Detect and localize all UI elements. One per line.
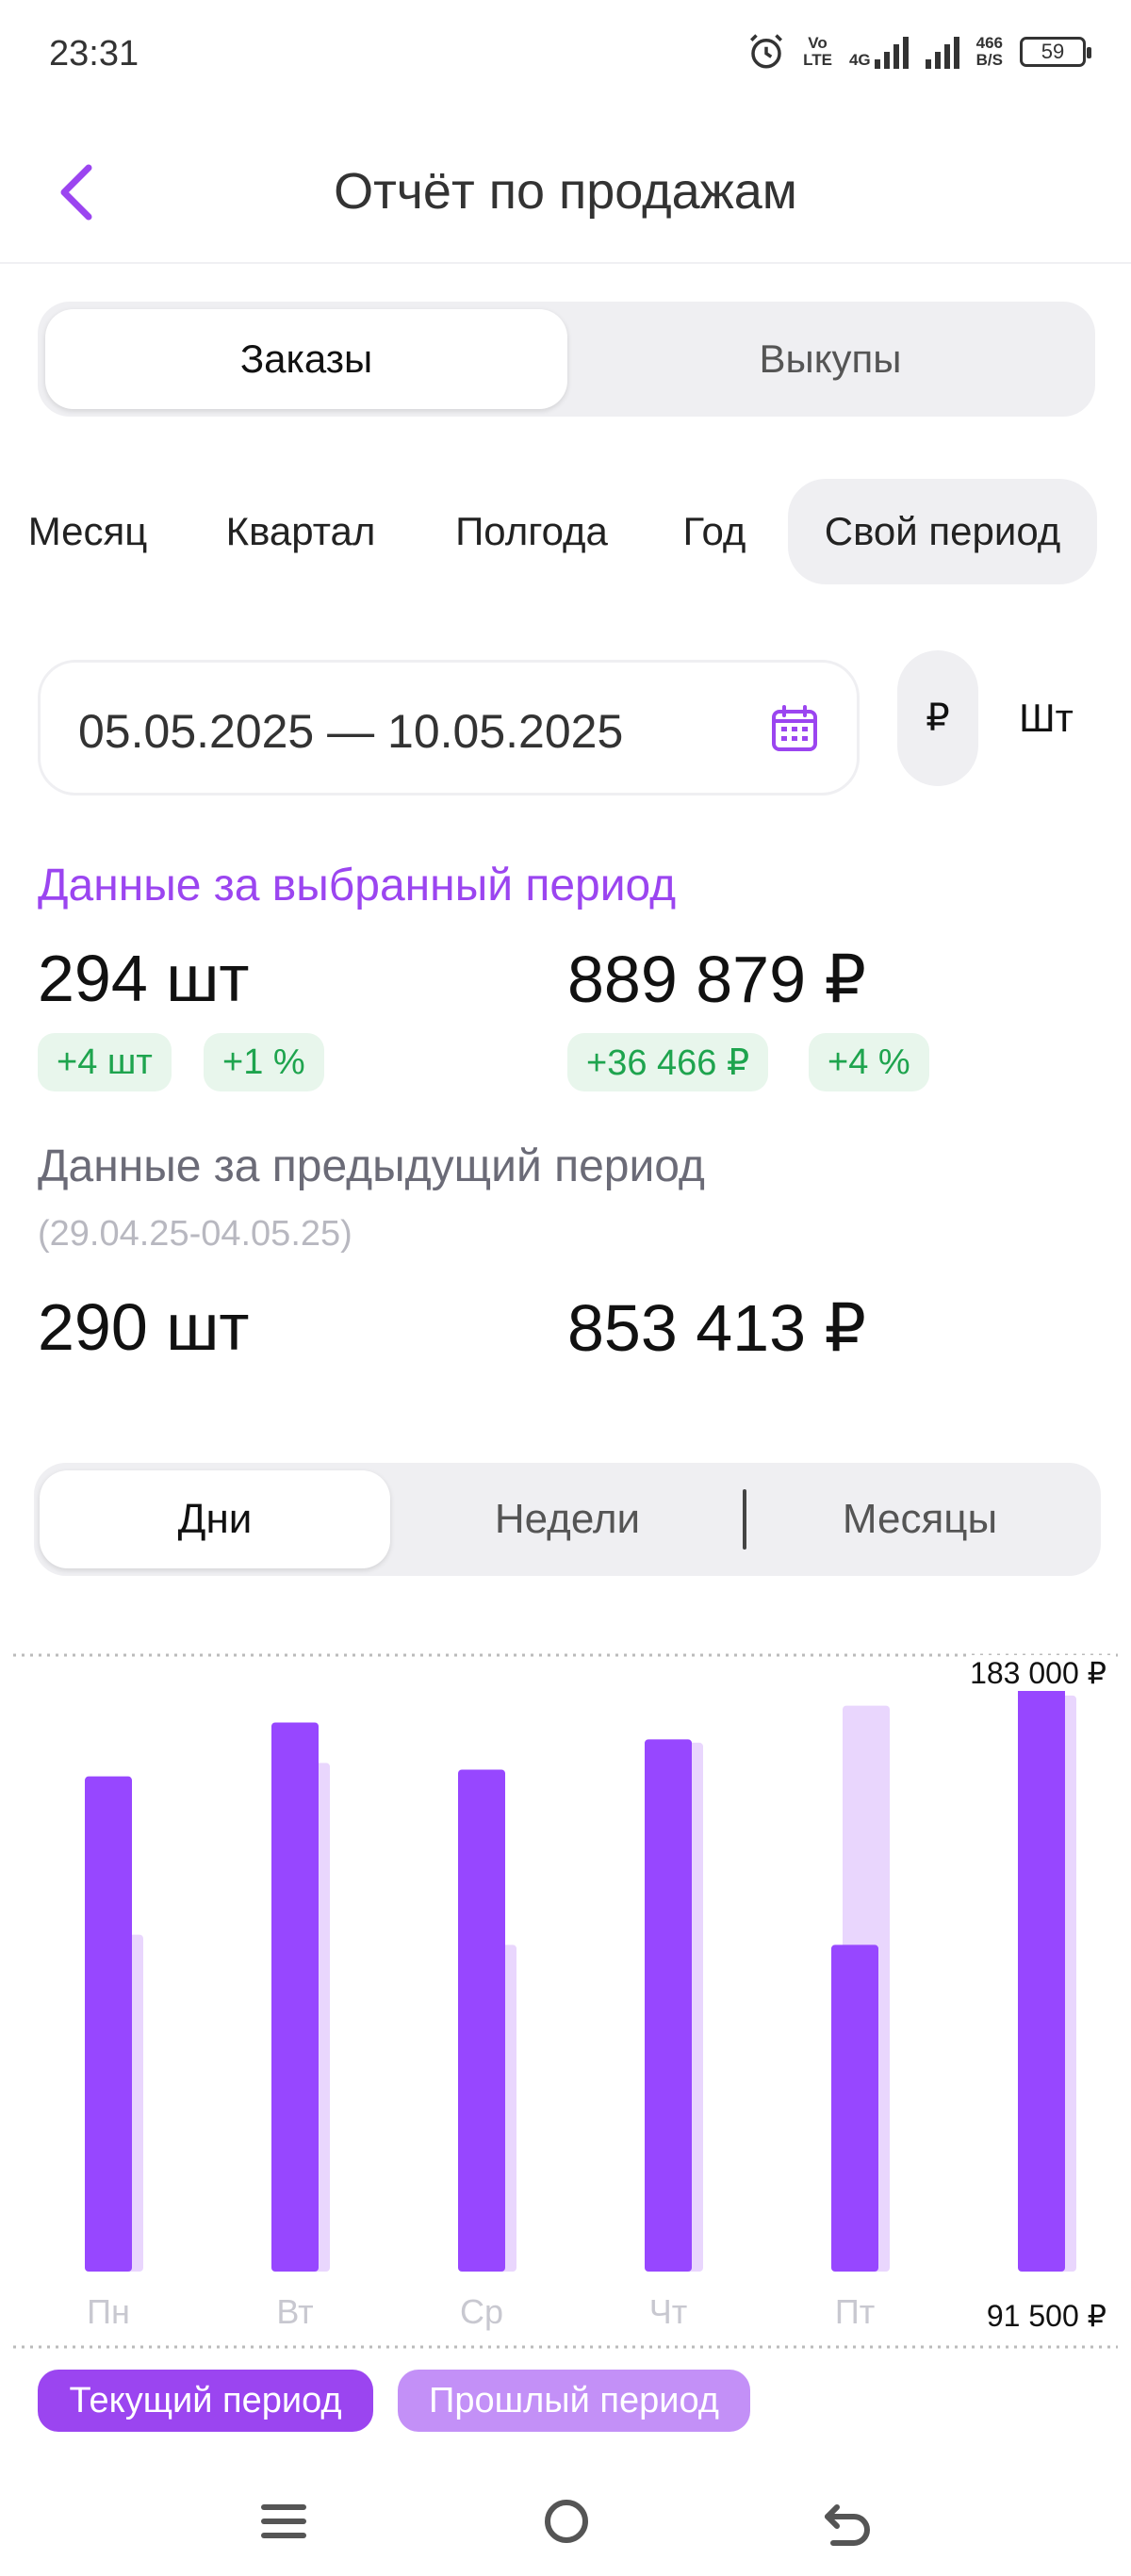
period-year[interactable]: Год — [673, 479, 756, 584]
volte-indicator: Vo LTE — [803, 34, 832, 69]
current-period-title: Данные за выбранный период — [38, 861, 677, 911]
previous-qty: 290 шт — [38, 1290, 250, 1364]
x-tick-label-2: Ср — [460, 2292, 503, 2331]
battery-icon: 59 — [1020, 37, 1091, 67]
previous-period-title: Данные за предыдущий период — [38, 1141, 705, 1191]
signal-icon-2 — [925, 35, 959, 69]
period-custom[interactable]: Свой период — [788, 479, 1097, 584]
delta-sum-badge: +36 466 ₽ — [567, 1033, 769, 1091]
delta-sum-percent-badge: +4 % — [809, 1033, 929, 1091]
previous-sum: 853 413 ₽ — [567, 1291, 867, 1365]
unit-sht-button[interactable]: Шт — [999, 650, 1093, 786]
back-nav-button[interactable] — [814, 2488, 880, 2554]
period-quarter[interactable]: Квартал — [213, 479, 388, 584]
tab-orders[interactable]: Заказы — [45, 309, 567, 409]
alarm-icon — [750, 34, 783, 69]
network-speed: 466 B/S — [975, 34, 1003, 69]
ref-label-bottom: 91 500 ₽ — [982, 2298, 1110, 2334]
date-range-value: 05.05.2025 — 10.05.2025 — [78, 705, 624, 758]
status-bar: 23:31 Vo LTE 4G 466 B/S 59 — [0, 0, 1131, 113]
bar-current-0[interactable] — [85, 1776, 132, 2272]
calendar-icon — [772, 705, 817, 751]
legend-current[interactable]: Текущий период — [38, 2370, 373, 2432]
x-tick-label-3: Чт — [649, 2292, 687, 2331]
tab-weeks[interactable]: Недели — [392, 1470, 743, 1568]
menu-button[interactable] — [251, 2488, 317, 2554]
ref-label-top: 183 000 ₽ — [966, 1655, 1110, 1691]
current-qty: 294 шт — [38, 942, 250, 1015]
home-button[interactable] — [533, 2488, 599, 2554]
x-tick-label-4: Пт — [835, 2292, 875, 2331]
tab-buyouts[interactable]: Выкупы — [569, 309, 1091, 409]
granularity-toggle: Дни Недели Месяцы — [34, 1463, 1101, 1576]
date-range-field[interactable]: 05.05.2025 — 10.05.2025 — [38, 660, 860, 796]
status-icons: Vo LTE 4G 466 B/S 59 — [746, 32, 1091, 72]
orders-buyouts-toggle: Заказы Выкупы — [38, 302, 1095, 417]
bar-current-5[interactable] — [1018, 1655, 1065, 2272]
bar-current-4[interactable] — [831, 1944, 878, 2272]
period-month[interactable]: Месяц — [17, 479, 158, 584]
period-selector: Месяц Квартал Полгода Год Свой период — [0, 479, 1131, 584]
x-tick-label-0: Пн — [87, 2292, 130, 2331]
delta-qty-percent-badge: +1 % — [204, 1033, 324, 1091]
app-header: Отчёт по продажам — [0, 132, 1131, 264]
signal-icon — [874, 35, 909, 69]
previous-period-dates: (29.04.25-04.05.25) — [38, 1214, 352, 1254]
home-icon — [545, 2500, 588, 2543]
sales-chart: ПнВтСрЧтПтСб 183 000 ₽ 91 500 ₽ — [0, 1621, 1131, 2356]
chart-svg: ПнВтСрЧтПтСб — [13, 1653, 1118, 2349]
status-time: 23:31 — [49, 34, 139, 74]
page-title: Отчёт по продажам — [334, 163, 797, 220]
period-halfyear[interactable]: Полгода — [439, 479, 624, 584]
unit-rub-button[interactable]: ₽ — [897, 650, 978, 786]
back-icon — [825, 2504, 870, 2546]
signal-4g: 4G — [849, 35, 909, 69]
tab-months[interactable]: Месяцы — [745, 1470, 1095, 1568]
current-sum: 889 879 ₽ — [567, 943, 867, 1016]
legend-previous[interactable]: Прошлый период — [398, 2370, 750, 2432]
menu-icon — [261, 2504, 306, 2538]
system-nav-bar — [0, 2469, 1131, 2576]
bar-current-3[interactable] — [645, 1739, 692, 2272]
x-tick-label-1: Вт — [276, 2292, 313, 2331]
bar-current-1[interactable] — [271, 1722, 319, 2272]
delta-qty-badge: +4 шт — [38, 1033, 172, 1091]
tab-days[interactable]: Дни — [40, 1470, 390, 1568]
bar-current-2[interactable] — [458, 1769, 505, 2272]
